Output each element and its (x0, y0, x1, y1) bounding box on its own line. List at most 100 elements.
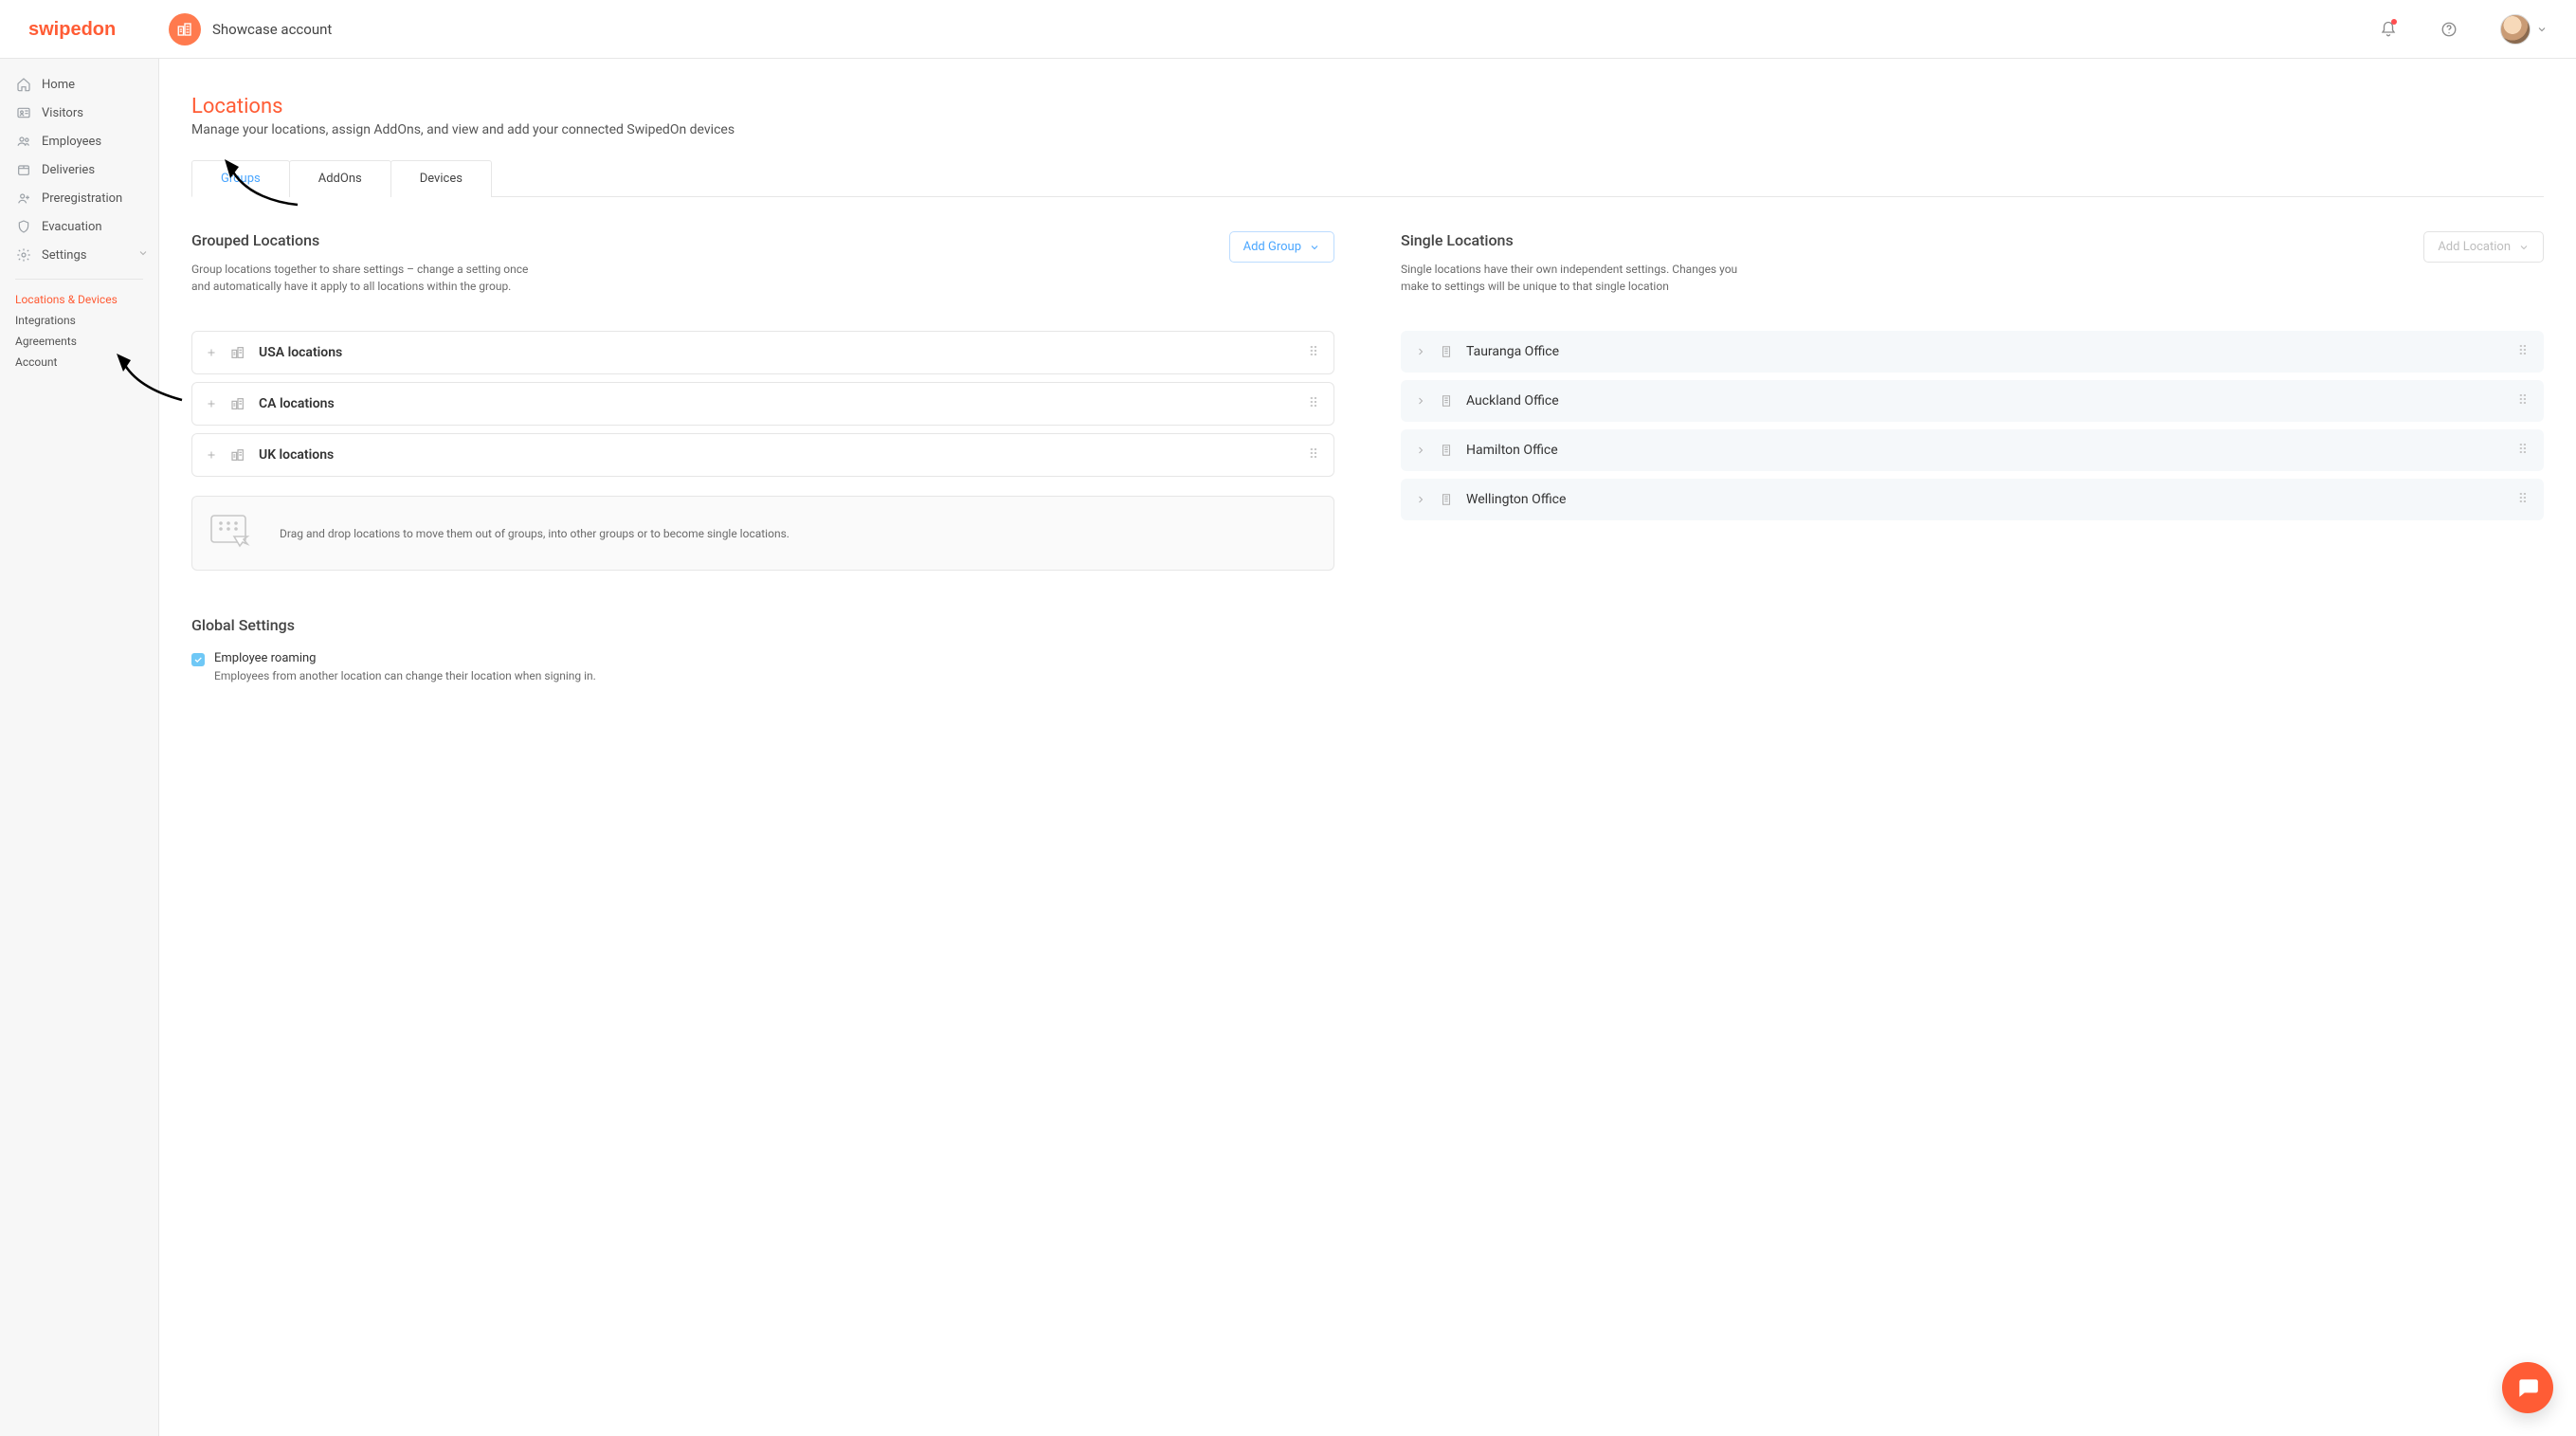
drag-handle-icon[interactable]: ⠿ (2518, 443, 2530, 458)
drag-handle-icon[interactable]: ⠿ (2518, 492, 2530, 507)
add-location-button[interactable]: Add Location (2423, 231, 2544, 263)
single-list: Tauranga Office ⠿ Auckland Office ⠿ (1401, 331, 2544, 520)
page-title: Locations (191, 95, 2544, 118)
help-button[interactable] (2432, 12, 2466, 46)
check-icon (193, 655, 203, 664)
account-chip[interactable]: Showcase account (169, 13, 332, 45)
chevron-down-icon (1309, 242, 1320, 253)
chevron-right-icon[interactable] (1415, 395, 1426, 407)
drag-hint-text: Drag and drop locations to move them out… (280, 527, 789, 540)
buildings-icon (230, 396, 245, 411)
buildings-icon (230, 345, 245, 360)
tab-groups[interactable]: Groups (191, 160, 290, 197)
sidebar-item-preregistration[interactable]: Preregistration (0, 184, 158, 212)
sidebar-item-settings[interactable]: Settings (0, 241, 158, 269)
sidebar-item-label: Preregistration (42, 191, 122, 206)
shield-icon (15, 219, 32, 234)
account-name: Showcase account (212, 21, 332, 38)
sub-item-integrations[interactable]: Integrations (0, 310, 158, 331)
drag-handle-icon[interactable]: ⠿ (1309, 345, 1320, 360)
single-locations-section: Single Locations Single locations have t… (1401, 231, 2544, 682)
chat-icon (2515, 1375, 2540, 1400)
building-icon (1440, 394, 1453, 408)
chevron-right-icon[interactable] (1415, 494, 1426, 505)
drag-hint: Drag and drop locations to move them out… (191, 496, 1334, 571)
grouped-desc: Group locations together to share settin… (191, 261, 533, 295)
sidebar-item-label: Evacuation (42, 220, 102, 234)
grouped-title: Grouped Locations (191, 231, 533, 249)
brand-logo[interactable]: swipedon (28, 18, 142, 41)
sidebar-item-deliveries[interactable]: Deliveries (0, 155, 158, 184)
sidebar-item-employees[interactable]: Employees (0, 127, 158, 155)
main-content: Locations Manage your locations, assign … (159, 59, 2576, 1436)
sidebar-item-evacuation[interactable]: Evacuation (0, 212, 158, 241)
plus-icon[interactable] (206, 449, 217, 461)
sub-item-account[interactable]: Account (0, 352, 158, 373)
sub-item-agreements[interactable]: Agreements (0, 331, 158, 352)
sidebar-item-label: Visitors (42, 106, 83, 120)
group-name: UK locations (259, 447, 334, 463)
sidebar-item-label: Deliveries (42, 163, 95, 177)
avatar (2500, 14, 2531, 45)
buildings-icon (169, 13, 201, 45)
location-card[interactable]: Tauranga Office ⠿ (1401, 331, 2544, 373)
buildings-icon (230, 447, 245, 463)
gear-icon (15, 247, 32, 263)
tab-addons[interactable]: AddOns (289, 160, 391, 197)
drag-handle-icon[interactable]: ⠿ (2518, 344, 2530, 359)
group-card[interactable]: UK locations ⠿ (191, 433, 1334, 477)
tab-devices[interactable]: Devices (390, 160, 492, 197)
chevron-down-icon (2536, 24, 2548, 35)
user-menu[interactable] (2500, 14, 2548, 45)
chevron-down-icon (2518, 242, 2530, 253)
drag-handle-icon[interactable]: ⠿ (1309, 447, 1320, 463)
building-icon (1440, 345, 1453, 358)
sub-item-locations-devices[interactable]: Locations & Devices (0, 289, 158, 310)
svg-text:swipedon: swipedon (28, 19, 116, 40)
employee-roaming-desc: Employees from another location can chan… (214, 669, 596, 682)
location-name: Auckland Office (1466, 393, 1559, 409)
location-name: Tauranga Office (1466, 344, 1559, 359)
employee-roaming-label: Employee roaming (214, 651, 596, 665)
group-card[interactable]: CA locations ⠿ (191, 382, 1334, 426)
chevron-down-icon (137, 247, 149, 263)
location-card[interactable]: Hamilton Office ⠿ (1401, 429, 2544, 471)
app-header: swipedon Showcase account (0, 0, 2576, 59)
notifications-button[interactable] (2371, 12, 2405, 46)
id-card-icon (15, 105, 32, 120)
sidebar-item-label: Settings (42, 248, 86, 263)
group-name: CA locations (259, 396, 335, 411)
plus-icon[interactable] (206, 398, 217, 409)
chevron-right-icon[interactable] (1415, 346, 1426, 357)
home-icon (15, 77, 32, 92)
location-card[interactable]: Wellington Office ⠿ (1401, 479, 2544, 520)
drag-handle-icon[interactable]: ⠿ (1309, 396, 1320, 411)
drag-drop-icon (209, 512, 261, 554)
chat-launcher[interactable] (2502, 1362, 2553, 1413)
drag-handle-icon[interactable]: ⠿ (2518, 393, 2530, 409)
add-group-button[interactable]: Add Group (1229, 231, 1334, 263)
notification-dot (2391, 19, 2397, 25)
sidebar-item-label: Home (42, 78, 75, 92)
package-icon (15, 162, 32, 177)
single-title: Single Locations (1401, 231, 1742, 249)
sidebar-separator (15, 279, 143, 280)
swipedon-logo-icon: swipedon (28, 18, 142, 41)
page-subtitle: Manage your locations, assign AddOns, an… (191, 122, 2544, 137)
sidebar-item-visitors[interactable]: Visitors (0, 99, 158, 127)
building-icon (1440, 444, 1453, 457)
user-plus-icon (15, 191, 32, 206)
sidebar-item-home[interactable]: Home (0, 70, 158, 99)
plus-icon[interactable] (206, 347, 217, 358)
people-icon (15, 134, 32, 149)
employee-roaming-checkbox[interactable] (191, 653, 205, 666)
location-card[interactable]: Auckland Office ⠿ (1401, 380, 2544, 422)
group-card[interactable]: USA locations ⠿ (191, 331, 1334, 374)
sidebar: Home Visitors Employees Deliveries (0, 59, 159, 1436)
chevron-right-icon[interactable] (1415, 445, 1426, 456)
building-icon (1440, 493, 1453, 506)
grouped-list: USA locations ⠿ CA locations ⠿ U (191, 331, 1334, 477)
grouped-locations-section: Grouped Locations Group locations togeth… (191, 231, 1334, 682)
sidebar-item-label: Employees (42, 135, 101, 149)
location-tabs: Groups AddOns Devices (191, 160, 2544, 197)
